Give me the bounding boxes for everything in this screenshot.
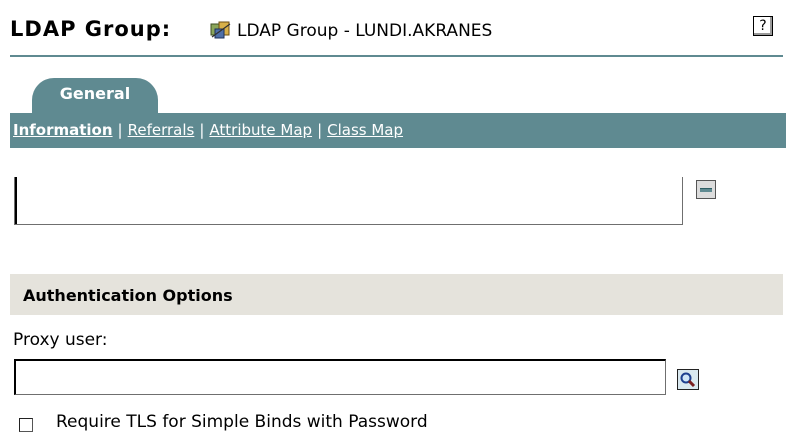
section-title: Authentication Options <box>23 286 233 305</box>
browse-button[interactable] <box>677 369 699 390</box>
separator: | <box>199 121 205 139</box>
require-tls-checkbox[interactable] <box>19 418 33 432</box>
remove-icon <box>700 188 712 192</box>
help-button[interactable]: ? <box>753 16 773 36</box>
remove-button[interactable] <box>696 180 716 199</box>
section-header: Authentication Options <box>10 274 783 315</box>
tab-bar: General <box>10 78 786 114</box>
object-name: LDAP Group - LUNDI.AKRANES <box>237 21 493 41</box>
subnav-information[interactable]: Information <box>13 121 113 139</box>
browse-search-icon <box>680 372 696 388</box>
tab-general[interactable]: General <box>32 78 158 114</box>
separator: | <box>317 121 323 139</box>
proxy-user-input[interactable] <box>14 359 666 395</box>
separator: | <box>117 121 123 139</box>
subnav-referrals[interactable]: Referrals <box>128 121 195 139</box>
list-box[interactable] <box>14 177 683 225</box>
subnav-attribute-map[interactable]: Attribute Map <box>209 121 312 139</box>
help-icon: ? <box>759 18 767 34</box>
proxy-user-label: Proxy user: <box>13 330 108 350</box>
header-divider <box>10 55 783 57</box>
ldap-group-icon <box>209 19 233 41</box>
tab-label: General <box>59 84 131 103</box>
require-tls-label: Require TLS for Simple Binds with Passwo… <box>56 412 428 432</box>
subnav: Information | Referrals | Attribute Map | Clas… <box>10 113 786 148</box>
page-title: LDAP Group: <box>10 17 172 41</box>
subnav-class-map[interactable]: Class Map <box>327 121 403 139</box>
header: LDAP Group: LDAP Group - LUNDI.AKRANES ? <box>0 0 786 58</box>
